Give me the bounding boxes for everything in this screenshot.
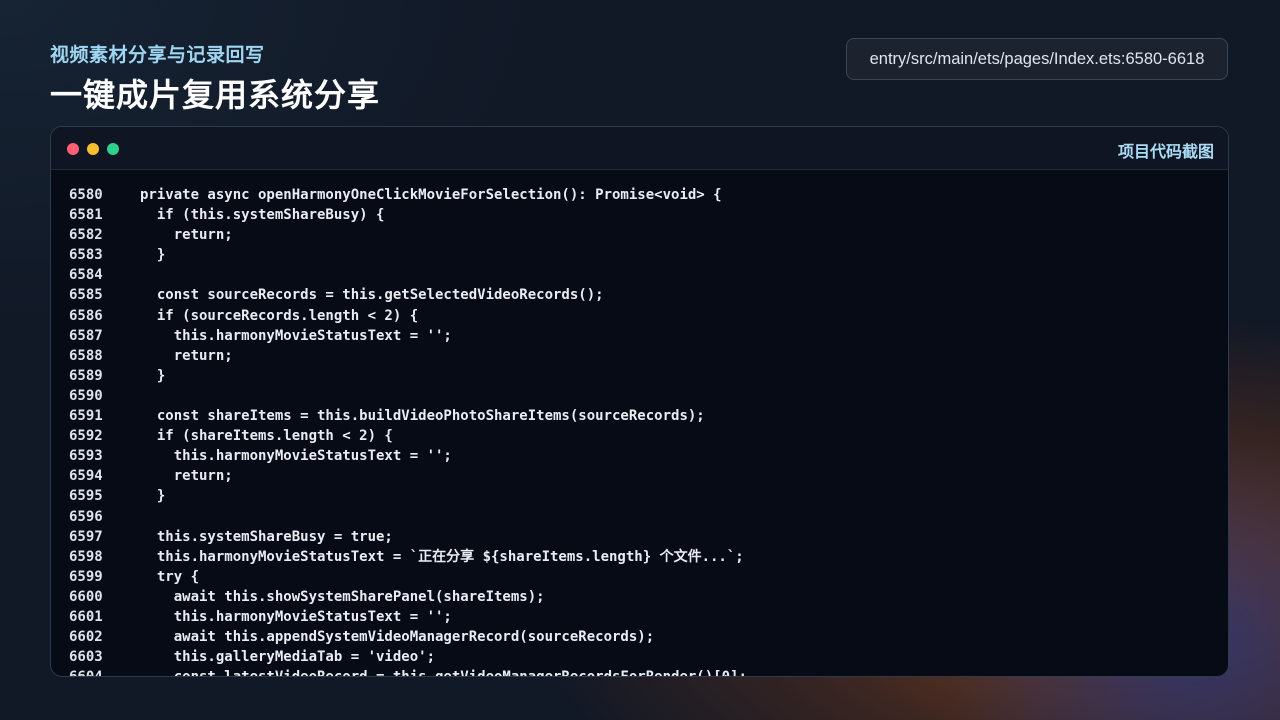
code-text: return; bbox=[140, 468, 233, 485]
page-title: 一键成片复用系统分享 bbox=[50, 76, 381, 114]
code-text: this.systemShareBusy = true; bbox=[140, 528, 393, 545]
code-line: 6586 if (sourceRecords.length < 2) { bbox=[51, 306, 1228, 326]
line-number: 6587 bbox=[69, 327, 103, 344]
code-line: 6595 } bbox=[51, 486, 1228, 506]
code-line: 6597 this.systemShareBusy = true; bbox=[51, 527, 1228, 547]
code-line: 6601 this.harmonyMovieStatusText = ''; bbox=[51, 607, 1228, 627]
code-line: 6584 bbox=[51, 265, 1228, 285]
code-line: 6599 try { bbox=[51, 567, 1228, 587]
code-text: if (this.systemShareBusy) { bbox=[140, 207, 385, 224]
line-number: 6602 bbox=[69, 629, 103, 646]
line-number: 6580 bbox=[69, 187, 103, 203]
code-line: 6585 const sourceRecords = this.getSelec… bbox=[51, 285, 1228, 305]
code-line: 6591 const shareItems = this.buildVideoP… bbox=[51, 406, 1228, 426]
line-number: 6601 bbox=[69, 608, 103, 625]
code-text: this.harmonyMovieStatusText = ''; bbox=[140, 448, 452, 465]
code-text: await this.appendSystemVideoManagerRecor… bbox=[140, 629, 655, 646]
code-line: 6602 await this.appendSystemVideoManager… bbox=[51, 627, 1228, 647]
code-line: 6598 this.harmonyMovieStatusText = `正在分享… bbox=[51, 547, 1228, 567]
line-number: 6604 bbox=[69, 667, 109, 676]
code-text: return; bbox=[140, 227, 233, 244]
line-number: 6586 bbox=[69, 307, 103, 324]
code-text: const sourceRecords = this.getSelectedVi… bbox=[140, 287, 604, 304]
code-line: 6603 this.galleryMediaTab = 'video'; bbox=[51, 647, 1228, 667]
code-text: private async openHarmonyOneClickMovieFo… bbox=[140, 187, 722, 203]
code-text: await this.showSystemSharePanel(shareIte… bbox=[140, 588, 545, 605]
code-text: this.galleryMediaTab = 'video'; bbox=[140, 649, 436, 666]
code-line: 6594 return; bbox=[51, 466, 1228, 486]
code-line: 6589 } bbox=[51, 366, 1228, 386]
line-number: 6590 bbox=[69, 387, 103, 404]
window-titlebar: 项目代码截图 bbox=[51, 127, 1228, 170]
code-text: } bbox=[140, 488, 166, 505]
code-text: const latestVideoRecord = this.getVideoM… bbox=[140, 667, 747, 676]
line-number: 6589 bbox=[69, 367, 103, 384]
code-line: 6588 return; bbox=[51, 346, 1228, 366]
line-number: 6593 bbox=[69, 448, 103, 465]
line-number: 6594 bbox=[69, 468, 103, 485]
line-number: 6582 bbox=[69, 227, 103, 244]
close-dot-icon[interactable] bbox=[67, 143, 79, 155]
code-block: 6580 private async openHarmonyOneClickMov… bbox=[51, 185, 1228, 676]
line-number: 6603 bbox=[69, 649, 103, 666]
code-text: } bbox=[140, 367, 166, 384]
line-number: 6597 bbox=[69, 528, 103, 545]
code-text: if (sourceRecords.length < 2) { bbox=[140, 307, 419, 324]
minimize-dot-icon[interactable] bbox=[87, 143, 99, 155]
code-text: this.harmonyMovieStatusText = ''; bbox=[140, 327, 452, 344]
line-number: 6600 bbox=[69, 588, 103, 605]
code-text: try { bbox=[140, 568, 200, 585]
line-number: 6584 bbox=[69, 267, 103, 284]
line-number: 6588 bbox=[69, 347, 103, 364]
line-number: 6596 bbox=[69, 508, 103, 525]
code-line: 6593 this.harmonyMovieStatusText = ''; bbox=[51, 446, 1228, 466]
code-line: 6600 await this.showSystemSharePanel(sha… bbox=[51, 587, 1228, 607]
code-line: 6590 bbox=[51, 386, 1228, 406]
code-line: 6582 return; bbox=[51, 225, 1228, 245]
page-subtitle: 视频素材分享与记录回写 bbox=[50, 44, 265, 66]
line-number: 6591 bbox=[69, 408, 103, 425]
code-line: 6580 private async openHarmonyOneClickMov… bbox=[51, 185, 1228, 205]
code-text: } bbox=[140, 247, 166, 264]
code-line: 6604 const latestVideoRecord = this.getV… bbox=[51, 667, 1228, 676]
line-number: 6599 bbox=[69, 568, 103, 585]
line-number: 6581 bbox=[69, 207, 103, 224]
code-line: 6583 } bbox=[51, 245, 1228, 265]
file-path-chip: entry/src/main/ets/pages/Index.ets:6580-… bbox=[846, 38, 1228, 80]
line-number: 6598 bbox=[69, 548, 103, 565]
code-line: 6587 this.harmonyMovieStatusText = ''; bbox=[51, 326, 1228, 346]
line-number: 6595 bbox=[69, 488, 103, 505]
code-text: if (shareItems.length < 2) { bbox=[140, 428, 393, 445]
code-text: this.harmonyMovieStatusText = `正在分享 ${sh… bbox=[140, 548, 744, 565]
code-window: 项目代码截图 6580 private async openHarmonyOneC… bbox=[50, 126, 1229, 677]
window-label: 项目代码截图 bbox=[1117, 142, 1214, 161]
code-text: this.harmonyMovieStatusText = ''; bbox=[140, 608, 452, 625]
code-text: const shareItems = this.buildVideoPhotoS… bbox=[140, 408, 705, 425]
code-line: 6581 if (this.systemShareBusy) { bbox=[51, 205, 1228, 225]
code-line: 6596 bbox=[51, 507, 1228, 527]
code-text: return; bbox=[140, 347, 233, 364]
code-line: 6592 if (shareItems.length < 2) { bbox=[51, 426, 1228, 446]
line-number: 6592 bbox=[69, 428, 103, 445]
line-number: 6585 bbox=[69, 287, 103, 304]
maximize-dot-icon[interactable] bbox=[107, 143, 119, 155]
line-number: 6583 bbox=[69, 247, 103, 264]
